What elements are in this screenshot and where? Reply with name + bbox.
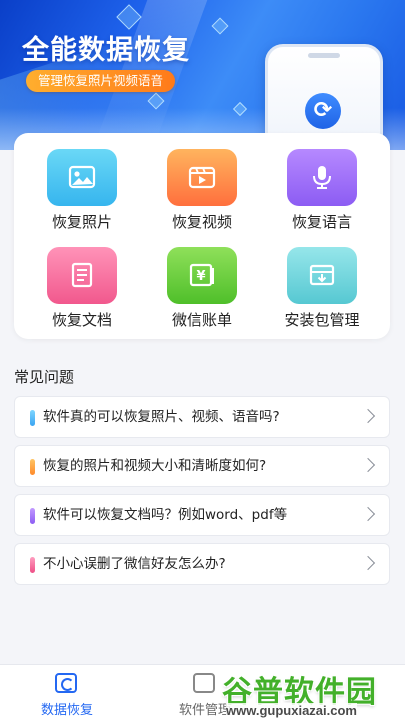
feature-recover-videos[interactable]: 恢复视频 [142, 135, 262, 231]
nav-tab-data-recovery[interactable]: 数据恢复 [0, 665, 130, 720]
faq-item[interactable]: 软件真的可以恢复照片、视频、语音吗? [14, 396, 390, 438]
faq-section-title: 常见问题 [14, 368, 75, 386]
feature-label: 恢复视频 [171, 213, 232, 231]
nav-tab-label: 数据恢复 [40, 703, 93, 718]
faq-question: 软件真的可以恢复照片、视频、语音吗? [43, 409, 280, 425]
feature-package-manager[interactable]: 安装包管理 [262, 233, 382, 329]
package-icon [287, 247, 357, 304]
site-watermark: 谷普软件园 www.gupuxiazai.com [222, 664, 405, 720]
banner-tagline: 管理恢复照片视频语音 [26, 70, 176, 92]
chevron-right-icon [360, 408, 376, 424]
faq-item[interactable]: 不小心误删了微信好友怎么办? [14, 543, 390, 585]
faq-question: 不小心误删了微信好友怎么办? [43, 556, 226, 572]
faq-color-bar [30, 508, 35, 524]
cube-decoration [211, 17, 229, 35]
feature-wechat-bill[interactable]: ¥ 微信账单 [142, 233, 262, 329]
document-icon [47, 247, 117, 304]
microphone-icon [287, 149, 357, 206]
yen-bill-icon: ¥ [167, 247, 237, 304]
phone-notch [308, 53, 340, 58]
header-banner: 全能数据恢复 管理恢复照片视频语音 ⟳ [0, 0, 405, 150]
app-title: 全能数据恢复 [22, 35, 190, 66]
chevron-right-icon [360, 457, 376, 473]
photo-icon [47, 149, 117, 206]
watermark-url: www.gupuxiazai.com [226, 703, 357, 718]
faq-question: 软件可以恢复文档吗？例如word、pdf等 [43, 507, 288, 523]
faq-color-bar [30, 410, 35, 426]
feature-recover-documents[interactable]: 恢复文档 [22, 233, 142, 329]
faq-question: 恢复的照片和视频大小和清晰度如何? [43, 458, 267, 474]
feature-grid: 恢复照片 恢复视频 恢复语言 恢复文档 ¥ 微信账单 安装包管理 [14, 133, 390, 339]
faq-color-bar [30, 557, 35, 573]
chevron-right-icon [360, 555, 376, 571]
software-tab-icon [193, 673, 215, 693]
feature-label: 安装包管理 [284, 311, 360, 329]
faq-item[interactable]: 恢复的照片和视频大小和清晰度如何? [14, 445, 390, 487]
faq-item[interactable]: 软件可以恢复文档吗？例如word、pdf等 [14, 494, 390, 536]
sync-icon: ⟳ [305, 93, 341, 129]
feature-recover-voice[interactable]: 恢复语言 [262, 135, 382, 231]
feature-label: 恢复照片 [51, 213, 112, 231]
recovery-tab-icon [55, 673, 77, 693]
chevron-right-icon [360, 506, 376, 522]
video-icon [167, 149, 237, 206]
feature-label: 微信账单 [171, 311, 232, 329]
faq-color-bar [30, 459, 35, 475]
feature-label: 恢复文档 [51, 311, 112, 329]
feature-recover-photos[interactable]: 恢复照片 [22, 135, 142, 231]
svg-text:¥: ¥ [196, 269, 205, 284]
feature-label: 恢复语言 [291, 213, 352, 231]
